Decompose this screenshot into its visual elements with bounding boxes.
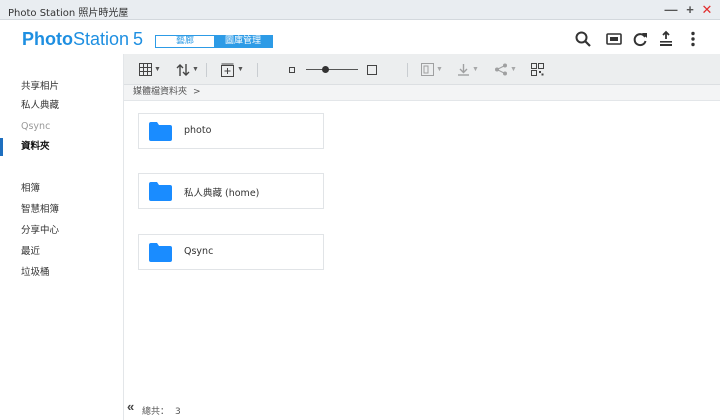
logo-version: 5 [133, 29, 144, 49]
sort-button[interactable]: ▼ [176, 62, 199, 77]
folder-icon [149, 243, 172, 262]
sidebar-item-smart-albums[interactable]: 智慧相簿 [0, 201, 123, 219]
collapse-sidebar-button[interactable]: « [127, 399, 134, 414]
grid-view-button[interactable]: ▼ [139, 62, 161, 77]
sidebar-item-albums[interactable]: 相簿 [0, 180, 123, 198]
minimize-button[interactable]: — [664, 2, 678, 18]
chevron-down-icon: ▼ [510, 66, 517, 73]
large-thumbnail-icon[interactable] [367, 65, 377, 75]
chevron-down-icon: ▼ [472, 66, 479, 73]
import-icon [421, 63, 434, 76]
status-bar: « 總共： 3 [124, 397, 720, 420]
sidebar-item-shared-photos[interactable]: 共享相片 [0, 78, 123, 96]
folder-name: 私人典藏 (home) [184, 188, 260, 199]
add-icon [221, 63, 234, 77]
more-icon[interactable] [684, 30, 702, 48]
total-label: 總共： [142, 407, 170, 417]
sidebar-item-private-collection[interactable]: 私人典藏 [0, 97, 123, 115]
download-icon [458, 64, 469, 76]
download-button[interactable]: ▼ [457, 62, 479, 77]
sidebar-item-share-center[interactable]: 分享中心 [0, 222, 123, 240]
chevron-down-icon: ▼ [192, 66, 199, 73]
folder-item-photo[interactable]: photo [138, 113, 324, 149]
grid-view-icon [139, 63, 152, 76]
sidebar-item-qsync[interactable]: Qsync [0, 118, 123, 136]
toolbar-divider [257, 63, 258, 77]
thumbnail-size-slider[interactable] [306, 69, 358, 70]
folder-icon [149, 122, 172, 141]
upload-stack-icon[interactable] [657, 30, 675, 48]
folder-item-home[interactable]: 私人典藏 (home) [138, 173, 324, 209]
folder-name: photo [184, 125, 212, 136]
small-thumbnail-icon[interactable] [289, 67, 295, 73]
chevron-down-icon: ▼ [436, 66, 443, 73]
maximize-button[interactable]: + [683, 2, 697, 18]
search-icon[interactable] [574, 30, 592, 48]
sidebar-item-recent[interactable]: 最近 [0, 243, 123, 261]
breadcrumb-separator: > [193, 87, 201, 97]
chevron-down-icon: ▼ [237, 66, 244, 73]
window-title: Photo Station 照片時光屋 [8, 8, 129, 19]
folder-item-qsync[interactable]: Qsync [138, 234, 324, 270]
chevron-down-icon: ▼ [154, 66, 161, 73]
toolbar: ▼ ▼ ▼ ▼ ▼ ▼ [124, 54, 720, 85]
logo-bold-text: Photo [22, 29, 73, 49]
breadcrumb: 媒體檔資料夾 > [124, 85, 720, 101]
breadcrumb-root[interactable]: 媒體檔資料夾 [133, 87, 187, 97]
qrcode-button[interactable] [531, 62, 544, 77]
toolbar-divider [206, 63, 207, 77]
app-logo: PhotoStation 5 [22, 29, 143, 50]
sidebar-item-folders[interactable]: 資料夾 [0, 138, 123, 156]
toolbar-divider [407, 63, 408, 77]
qrcode-icon [531, 63, 544, 76]
sidebar: 共享相片 私人典藏 Qsync 資料夾 相簿 智慧相簿 分享中心 最近 垃圾桶 [0, 54, 124, 420]
window-titlebar: Photo Station 照片時光屋 — + ✕ [0, 0, 720, 20]
close-button[interactable]: ✕ [700, 2, 714, 18]
sidebar-item-trash[interactable]: 垃圾桶 [0, 264, 123, 282]
tab-library-manager[interactable]: 圖庫管理 [214, 36, 272, 47]
share-button[interactable]: ▼ [494, 62, 517, 77]
logo-light-text: Station [73, 29, 130, 49]
slider-handle[interactable] [322, 66, 329, 73]
cast-icon[interactable] [605, 30, 623, 48]
import-button[interactable]: ▼ [421, 62, 443, 77]
tab-gallery[interactable]: 藝廊 [156, 36, 214, 47]
total-number: 3 [175, 407, 181, 417]
folder-name: Qsync [184, 246, 214, 257]
share-icon [495, 63, 507, 76]
total-count: 總共： 3 [142, 404, 181, 417]
folder-grid: photo 私人典藏 (home) Qsync [124, 101, 720, 397]
add-button[interactable]: ▼ [221, 62, 244, 77]
sort-icon [176, 63, 190, 76]
mode-switch: 藝廊 圖庫管理 [155, 35, 273, 48]
folder-icon [149, 182, 172, 201]
app-header: PhotoStation 5 藝廊 圖庫管理 [0, 20, 720, 54]
refresh-icon[interactable] [631, 30, 649, 48]
